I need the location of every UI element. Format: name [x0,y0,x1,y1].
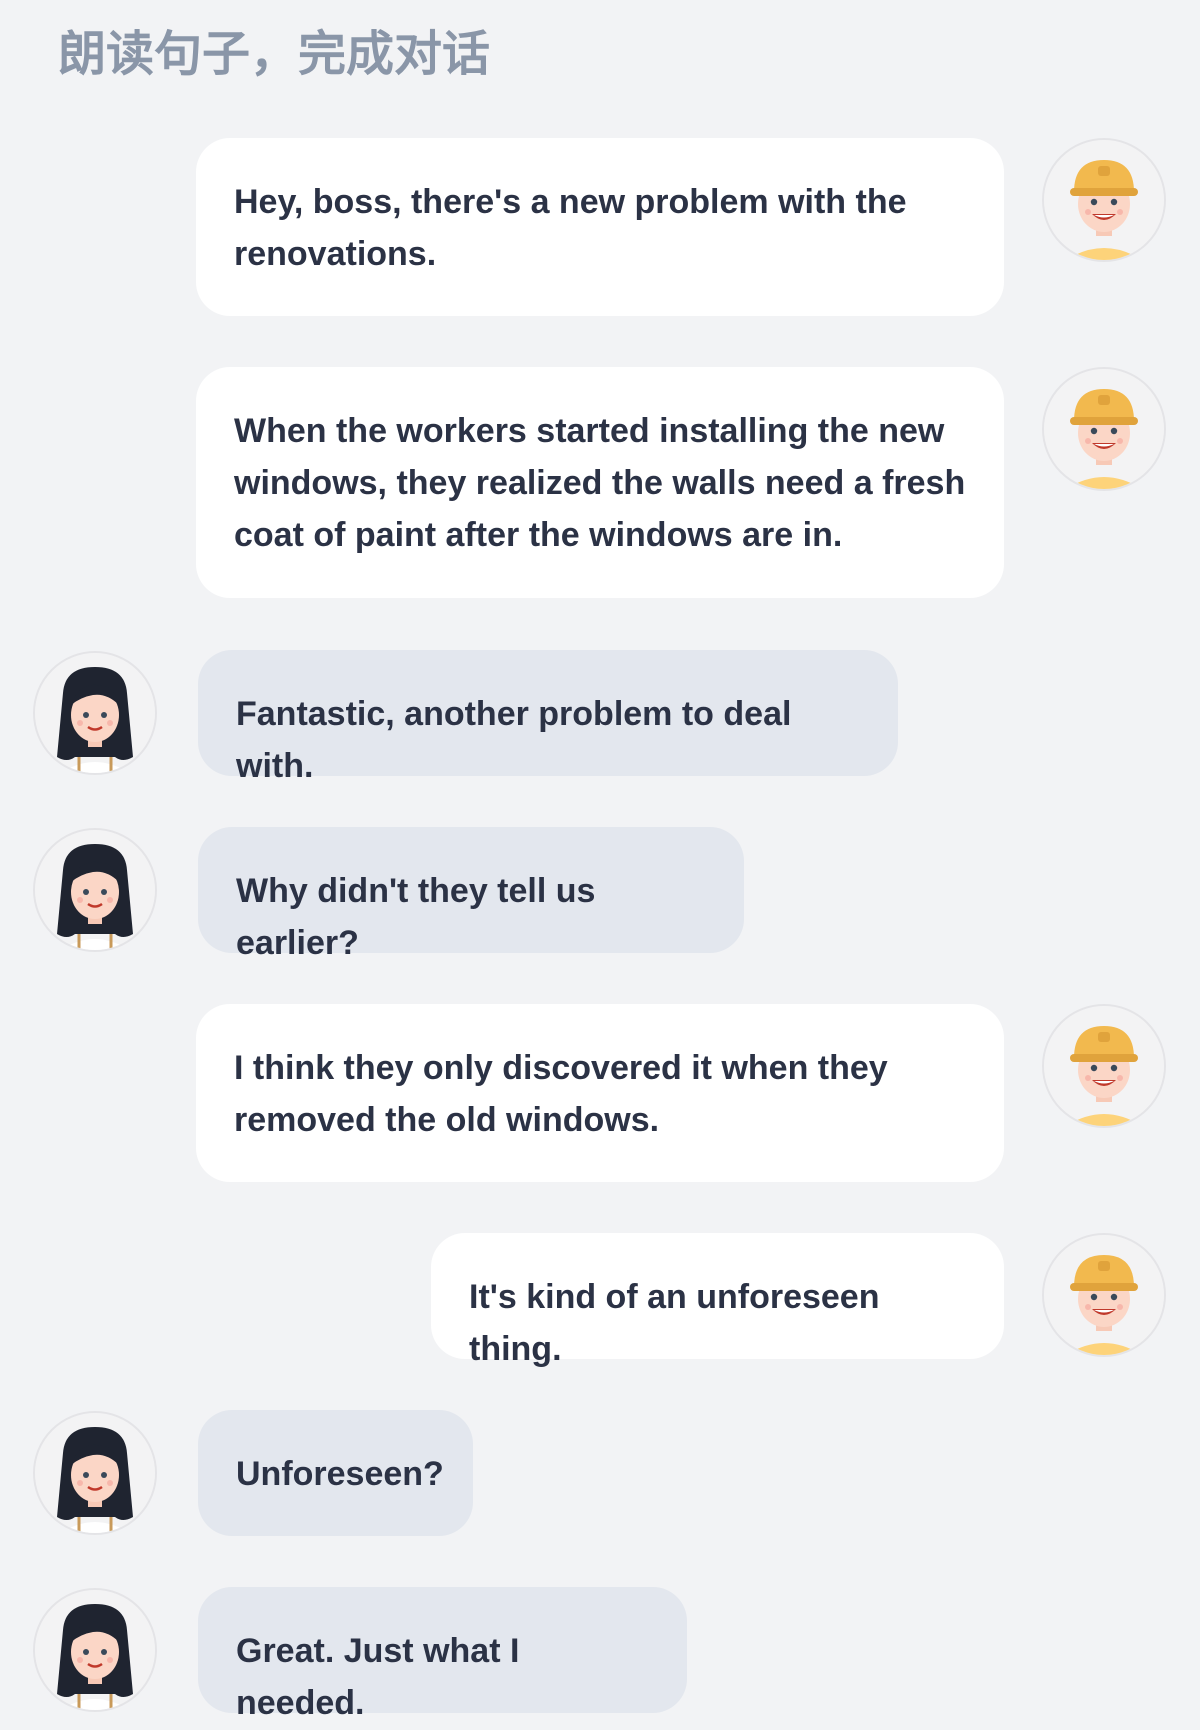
worker-avatar [1042,1233,1166,1357]
message-bubble-worker[interactable]: I think they only discovered it when the… [196,1004,1004,1182]
message-bubble-worker[interactable]: When the workers started installing the … [196,367,1004,598]
message-bubble-boss[interactable]: Great. Just what I needed. [198,1587,687,1722]
message-bubble-boss[interactable]: Unforeseen? [198,1410,473,1536]
message-text: When the workers started installing the … [234,412,966,554]
message-text: I think they only discovered it when the… [234,1049,888,1139]
worker-avatar-icon [1044,1006,1164,1126]
message-text: It's kind of an unforeseen thing. [469,1278,880,1368]
boss-avatar [33,651,157,775]
boss-avatar-icon [35,653,155,773]
message-bubble-boss[interactable]: Fantastic, another problem to deal with. [198,650,898,785]
message-bubble-worker[interactable]: It's kind of an unforeseen thing. [431,1233,1004,1368]
worker-avatar [1042,1004,1166,1128]
worker-avatar-icon [1044,369,1164,489]
boss-avatar-icon [35,830,155,950]
boss-avatar-icon [35,1590,155,1710]
worker-avatar-icon [1044,140,1164,260]
boss-avatar [33,828,157,952]
worker-avatar [1042,367,1166,491]
boss-avatar-icon [35,1413,155,1533]
worker-avatar-icon [1044,1235,1164,1355]
message-text: Unforeseen? [236,1455,444,1493]
message-text: Great. Just what I needed. [236,1632,520,1722]
message-text: Why didn't they tell us earlier? [236,872,596,962]
message-bubble-boss[interactable]: Why didn't they tell us earlier? [198,827,744,962]
message-bubble-worker[interactable]: Hey, boss, there's a new problem with th… [196,138,1004,316]
message-text: Fantastic, another problem to deal with. [236,695,792,785]
message-text: Hey, boss, there's a new problem with th… [234,183,907,273]
worker-avatar [1042,138,1166,262]
boss-avatar [33,1588,157,1712]
chat-thread: Hey, boss, there's a new problem with th… [0,0,1200,1730]
boss-avatar [33,1411,157,1535]
